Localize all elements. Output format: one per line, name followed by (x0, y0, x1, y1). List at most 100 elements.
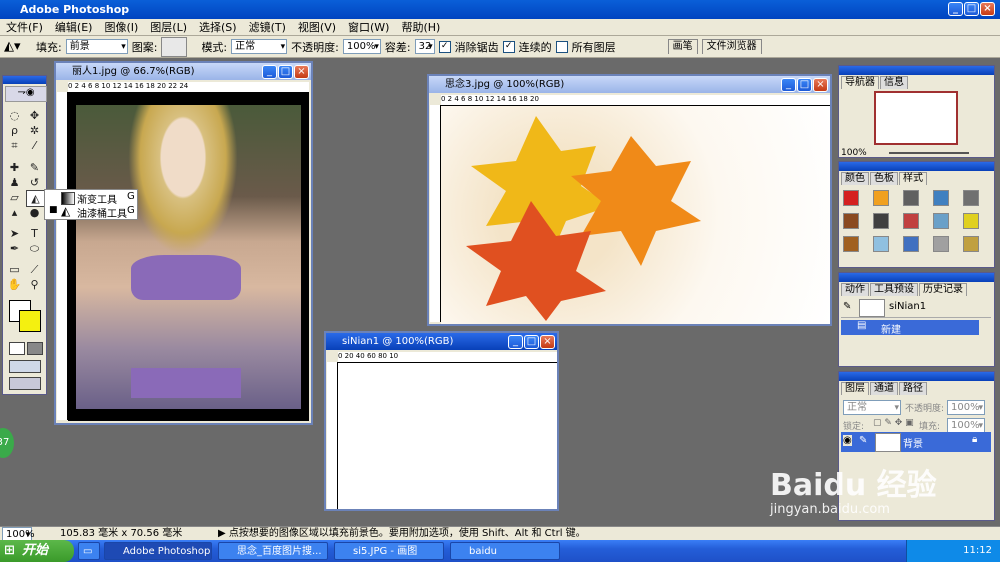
magic-wand-icon[interactable]: ✲ (26, 123, 43, 138)
style-swatch[interactable] (963, 213, 979, 229)
blend-mode-select[interactable]: 正常 (843, 400, 901, 415)
move-icon[interactable]: ✥ (26, 108, 43, 123)
taskbar-item-browser[interactable]: 思念_百度图片搜... (218, 542, 328, 560)
brush-icon[interactable]: ✎ (26, 160, 43, 175)
style-swatch[interactable] (873, 213, 889, 229)
tab-tool-presets[interactable]: 工具预设 (870, 283, 918, 296)
pen-icon[interactable]: ✒ (6, 241, 23, 256)
crop-icon[interactable]: ⌗ (6, 138, 23, 153)
style-swatch[interactable] (933, 213, 949, 229)
tab-brushes[interactable]: 画笔 (667, 39, 698, 54)
style-swatch[interactable] (843, 213, 859, 229)
history-snapshot-row[interactable]: ✎ siNian1 (841, 299, 991, 318)
taskbar-item-folder[interactable]: baidu (450, 542, 560, 560)
gradient-tool-item[interactable]: 渐变工具 G (49, 191, 135, 206)
tab-color[interactable]: 颜色 (841, 172, 869, 185)
layer-opacity-field[interactable]: 100% (947, 400, 985, 415)
menu-filter[interactable]: 滤镜(T) (243, 19, 292, 35)
tab-swatches[interactable]: 色板 (870, 172, 898, 185)
navigator-slider[interactable] (889, 152, 969, 154)
background-color-swatch[interactable] (19, 310, 41, 332)
mode-select[interactable]: 正常 (231, 39, 288, 54)
quickmask-icon[interactable] (9, 342, 25, 355)
pattern-picker[interactable] (161, 36, 188, 57)
standard-mode-icon[interactable] (27, 342, 43, 355)
tab-info[interactable]: 信息 (880, 76, 908, 89)
contiguous-checkbox[interactable]: ✓ (502, 40, 515, 53)
history-brush-icon[interactable]: ↺ (26, 175, 43, 190)
taskbar-item-paint[interactable]: si5.JPG - 画图 (334, 542, 444, 560)
doc-maximize-button[interactable]: □ (278, 65, 293, 79)
menu-view[interactable]: 视图(V) (292, 19, 342, 35)
menu-edit[interactable]: 编辑(E) (49, 19, 99, 35)
lock-icons[interactable]: ▢ ✎ ✥ ▣ (873, 418, 914, 428)
menu-file[interactable]: 文件(F) (0, 19, 49, 35)
doc-close-button[interactable]: × (540, 335, 555, 349)
style-swatch[interactable] (963, 190, 979, 206)
opacity-field[interactable]: 100% (342, 39, 381, 54)
style-swatch[interactable] (963, 236, 979, 252)
style-swatch[interactable] (933, 236, 949, 252)
tab-file-browser[interactable]: 文件浏览器 (701, 39, 762, 54)
shape-icon[interactable]: ⬭ (26, 241, 43, 256)
marquee-icon[interactable]: ◌ (6, 108, 23, 123)
close-button[interactable]: × (980, 2, 995, 16)
minimize-button[interactable]: _ (948, 2, 963, 16)
menu-select[interactable]: 选择(S) (193, 19, 243, 35)
layer-row-background[interactable]: ◉ ✎ 背景 🔒︎ (841, 432, 991, 452)
tolerance-field[interactable]: 32 (414, 39, 435, 54)
style-swatch[interactable] (843, 190, 859, 206)
type-icon[interactable]: T (26, 226, 43, 241)
blur-icon[interactable]: ▴ (6, 205, 23, 220)
history-state-new[interactable]: ▤ 新建 (841, 320, 979, 336)
lasso-icon[interactable]: ρ (6, 123, 23, 138)
fill-select[interactable]: 前景 (65, 39, 128, 54)
style-swatch[interactable] (903, 213, 919, 229)
notification-badge[interactable]: 37 (0, 428, 14, 458)
screen-mode-icon[interactable] (9, 360, 41, 373)
all-layers-checkbox[interactable] (555, 40, 568, 53)
zoom-icon[interactable]: ⚲ (26, 277, 43, 292)
navigator-zoom[interactable]: 100% (841, 148, 867, 158)
taskbar-item-photoshop[interactable]: Adobe Photoshop (104, 542, 212, 560)
start-button[interactable]: ⊞ 开始 (0, 540, 74, 562)
slice-icon[interactable]: ⁄ (26, 138, 43, 153)
tab-styles[interactable]: 样式 (899, 172, 927, 185)
paint-bucket-tool-item[interactable]: ■ ◭ 油漆桶工具 G (49, 204, 135, 220)
doc-maximize-button[interactable]: □ (524, 335, 539, 349)
navigator-preview[interactable] (874, 91, 958, 145)
document-title-bar[interactable]: 思念3.jpg @ 100%(RGB) (429, 76, 830, 93)
style-swatch[interactable] (873, 190, 889, 206)
notes-icon[interactable]: ▭ (6, 262, 23, 277)
doc-close-button[interactable]: × (294, 65, 309, 79)
tab-navigator[interactable]: 导航器 (841, 76, 879, 89)
path-select-icon[interactable]: ➤ (6, 226, 23, 241)
tab-actions[interactable]: 动作 (841, 283, 869, 296)
hand-icon[interactable]: ✋ (6, 277, 23, 292)
doc-close-button[interactable]: × (813, 78, 828, 92)
eye-icon[interactable]: ◉ (843, 435, 852, 446)
menu-layer[interactable]: 图层(L) (144, 19, 193, 35)
doc-maximize-button[interactable]: □ (797, 78, 812, 92)
menu-window[interactable]: 窗口(W) (342, 19, 395, 35)
eyedropper-icon[interactable]: ⟋ (26, 262, 43, 277)
tab-paths[interactable]: 路径 (899, 382, 927, 395)
layer-fill-field[interactable]: 100% (947, 418, 985, 433)
style-swatch[interactable] (843, 236, 859, 252)
healing-brush-icon[interactable]: ✚ (6, 160, 23, 175)
photoshop-eye-icon[interactable]: ⇁◉ (5, 86, 47, 102)
tab-channels[interactable]: 通道 (870, 382, 898, 395)
menu-help[interactable]: 帮助(H) (395, 19, 446, 35)
doc-minimize-button[interactable]: _ (508, 335, 523, 349)
tab-layers[interactable]: 图层 (841, 382, 869, 395)
tab-history[interactable]: 历史记录 (919, 283, 967, 296)
blank-canvas[interactable] (338, 363, 557, 509)
style-swatch[interactable] (903, 236, 919, 252)
dodge-icon[interactable]: ● (26, 205, 43, 220)
doc-minimize-button[interactable]: _ (262, 65, 277, 79)
paint-bucket-icon[interactable]: ◭▾ (4, 39, 32, 54)
show-desktop-icon[interactable]: ▭ (78, 542, 100, 560)
imageready-icon[interactable] (9, 377, 41, 390)
clone-stamp-icon[interactable]: ♟ (6, 175, 23, 190)
doc-minimize-button[interactable]: _ (781, 78, 796, 92)
